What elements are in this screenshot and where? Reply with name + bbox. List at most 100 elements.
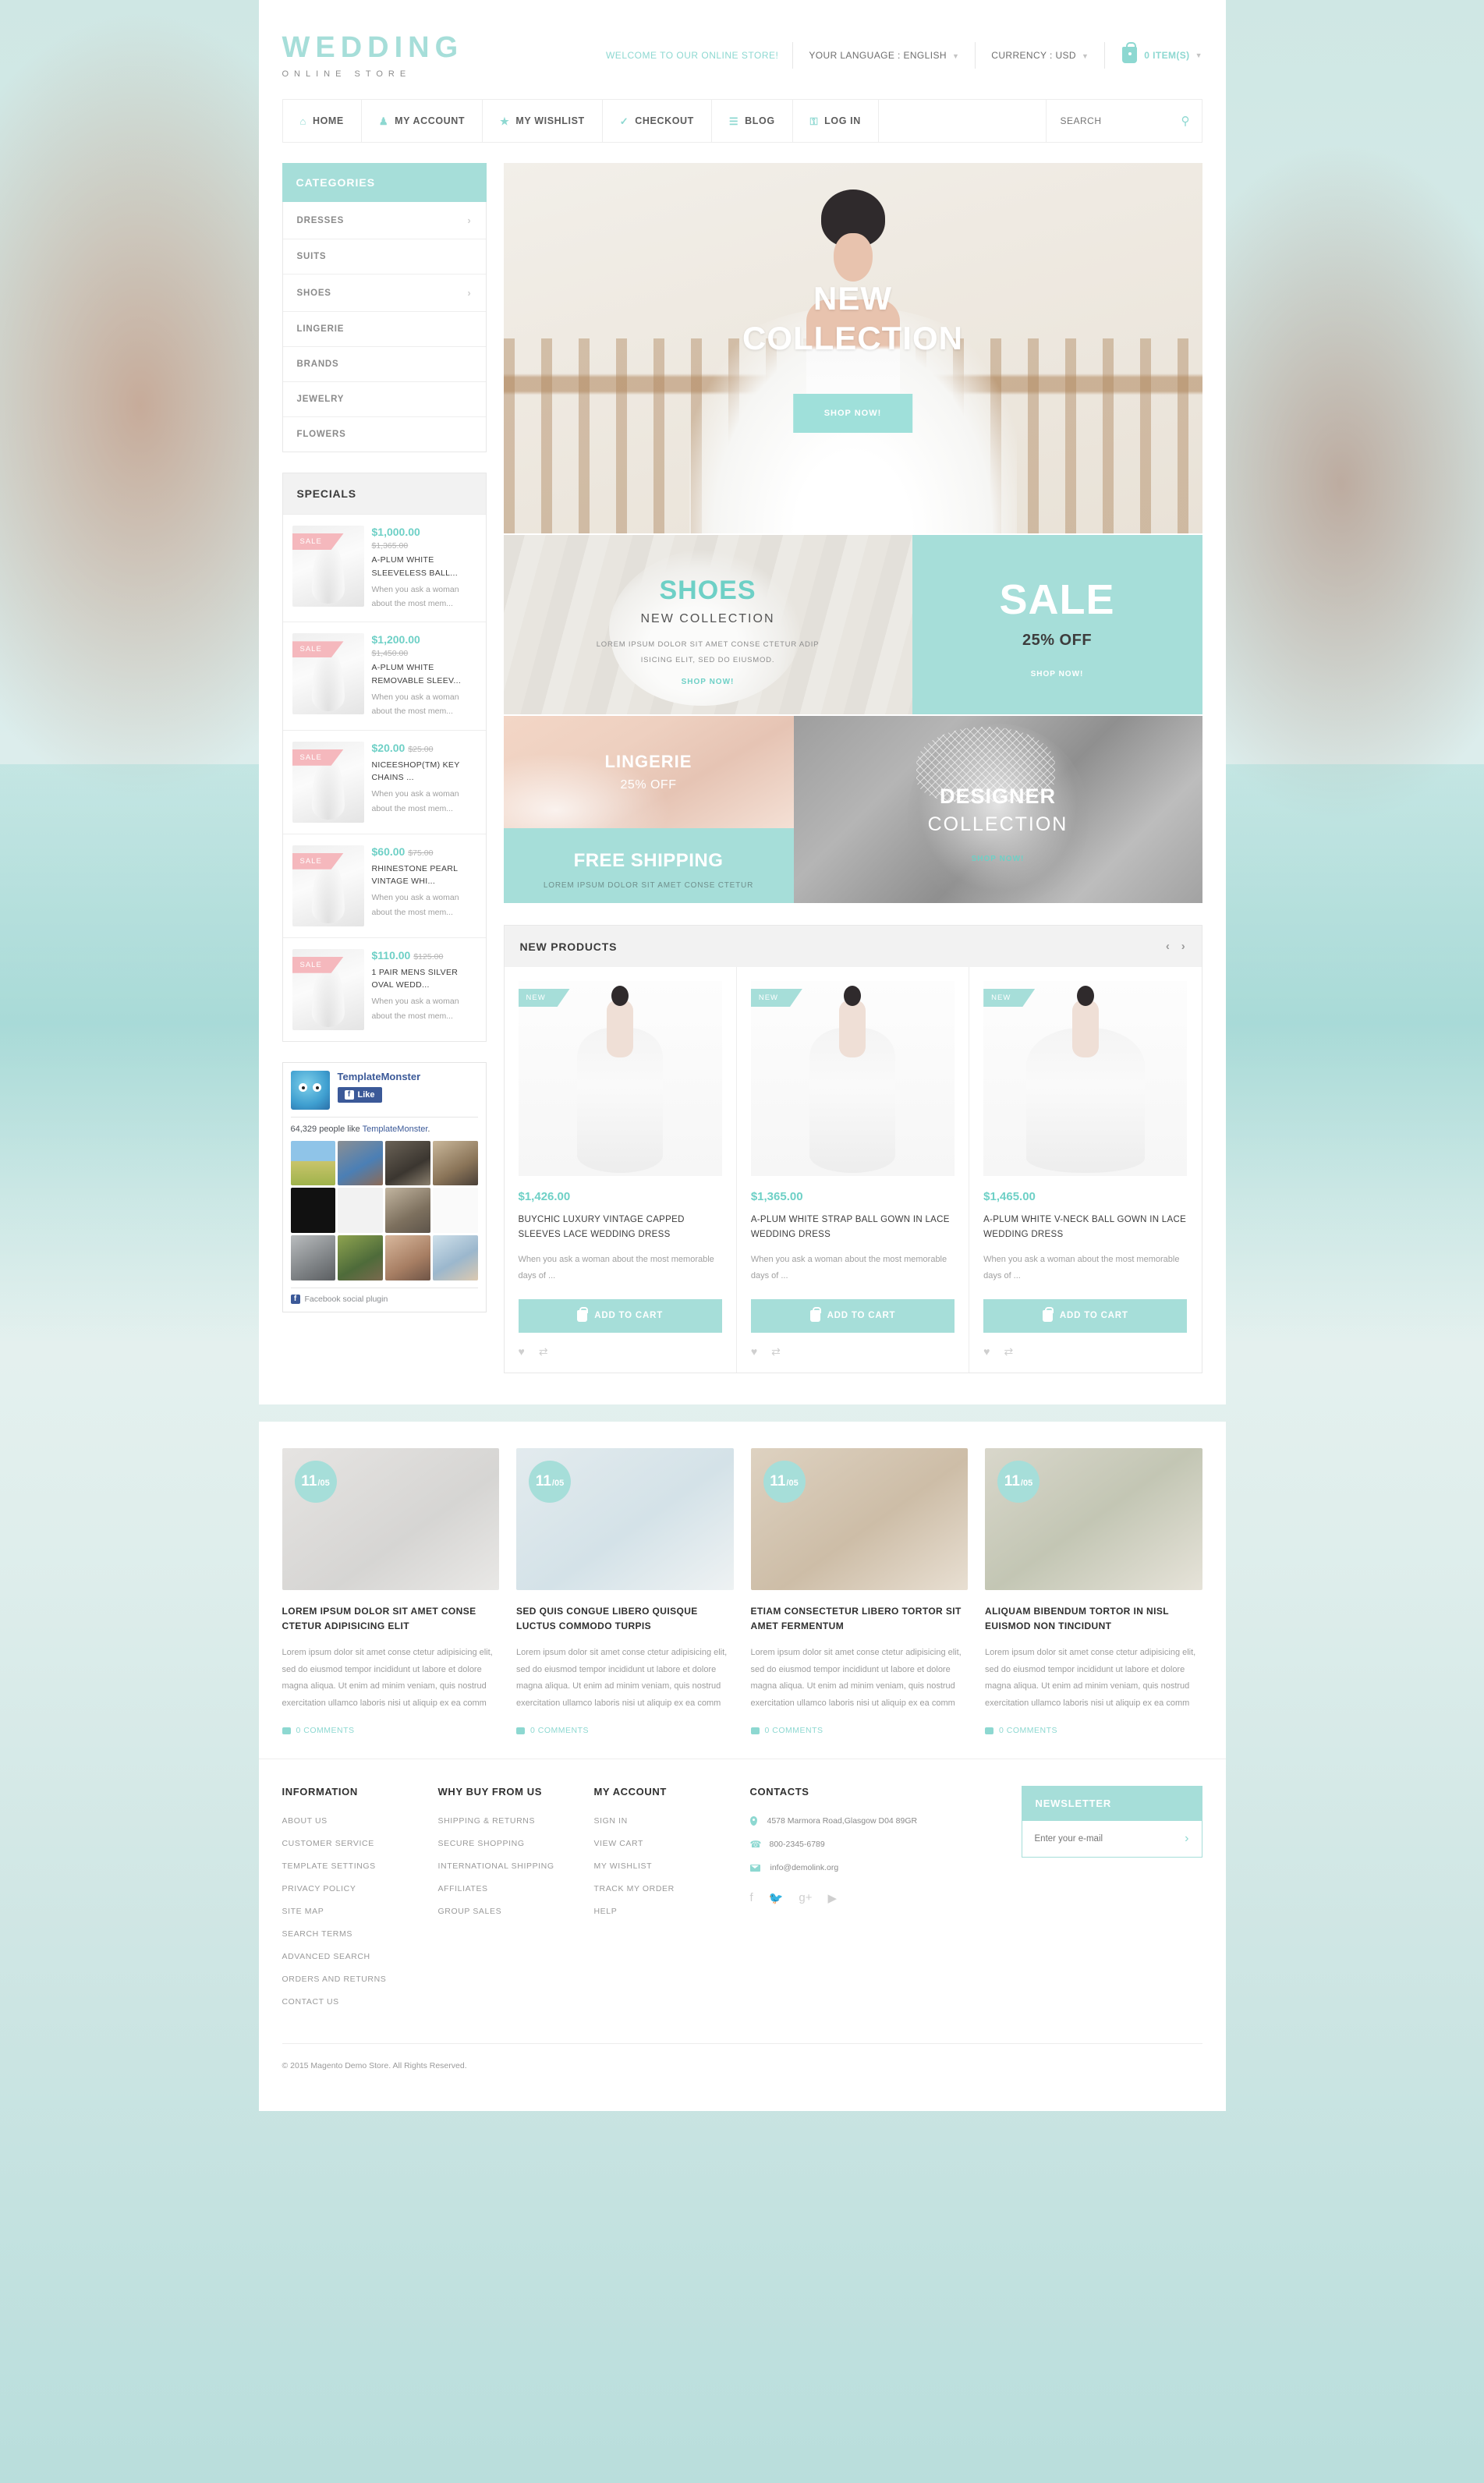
sidebar-item-brands[interactable]: BRANDS: [282, 347, 486, 382]
blog-post-comments-link[interactable]: 0 COMMENTS: [985, 1726, 1202, 1735]
friend-photo[interactable]: [338, 1140, 383, 1186]
promo-free-shipping-banner[interactable]: FREE SHIPPING LOREM IPSUM DOLOR SIT AMET…: [503, 828, 794, 903]
friend-photo[interactable]: [290, 1235, 336, 1280]
promo-designer-shop-now-link[interactable]: SHOP NOW!: [794, 855, 1202, 863]
footer-link-sign-in[interactable]: SIGN IN: [594, 1816, 750, 1826]
blog-post-image[interactable]: 11/05: [985, 1447, 1202, 1590]
footer-link-privacy-policy[interactable]: PRIVACY POLICY: [282, 1884, 438, 1893]
friend-photo[interactable]: [338, 1188, 383, 1234]
special-item[interactable]: SALE $20.00 $25.00 NICEESHOP(TM) KEY CHAI…: [282, 729, 486, 834]
search-box[interactable]: ⚲: [1047, 100, 1202, 142]
add-to-cart-button[interactable]: ADD TO CART: [518, 1298, 722, 1333]
product-image-wrapper[interactable]: NEW: [518, 981, 722, 1176]
blog-post-title[interactable]: ALIQUAM BIBENDUM TORTOR IN NISL EUISMOD …: [985, 1604, 1202, 1634]
twitter-icon[interactable]: 🐦: [769, 1891, 784, 1905]
special-thumbnail[interactable]: SALE: [292, 633, 364, 718]
footer-link-track-my-order[interactable]: TRACK MY ORDER: [594, 1884, 750, 1893]
footer-link-template-settings[interactable]: TEMPLATE SETTINGS: [282, 1861, 438, 1871]
special-name[interactable]: A-PLUM WHITE REMOVABLE SLEEV...: [372, 661, 476, 688]
newsletter-email-input[interactable]: [1034, 1834, 1185, 1844]
footer-link-view-cart[interactable]: VIEW CART: [594, 1839, 750, 1848]
sidebar-item-dresses[interactable]: DRESSES ›: [282, 202, 486, 239]
product-name[interactable]: A-PLUM WHITE V-NECK BALL GOWN IN LACE WE…: [983, 1213, 1187, 1242]
nav-item-my-wishlist[interactable]: ★ MY WISHLIST: [483, 100, 603, 142]
blog-post-image[interactable]: 11/05: [750, 1447, 968, 1590]
promo-sale-shop-now-link[interactable]: SHOP NOW!: [912, 670, 1202, 678]
compare-icon[interactable]: ⇄: [539, 1345, 548, 1358]
product-name[interactable]: BUYCHIC LUXURY VINTAGE CAPPED SLEEVES LA…: [519, 1213, 722, 1242]
footer-link-help[interactable]: HELP: [594, 1907, 750, 1916]
special-name[interactable]: A-PLUM WHITE SLEEVELESS BALL...: [372, 554, 476, 580]
footer-link-group-sales[interactable]: GROUP SALES: [438, 1907, 594, 1916]
special-name[interactable]: NICEESHOP(TM) KEY CHAINS ...: [372, 759, 476, 785]
special-thumbnail[interactable]: SALE: [292, 948, 364, 1030]
carousel-next-icon[interactable]: ›: [1181, 940, 1186, 953]
sidebar-item-lingerie[interactable]: LINGERIE: [282, 312, 486, 347]
blog-post-comments-link[interactable]: 0 COMMENTS: [282, 1726, 500, 1735]
wishlist-heart-icon[interactable]: ♥: [983, 1345, 990, 1358]
google-plus-icon[interactable]: g+: [799, 1891, 812, 1905]
facebook-page-name[interactable]: TemplateMonster: [338, 1071, 421, 1082]
sidebar-item-jewelry[interactable]: JEWELRY: [282, 382, 486, 417]
blog-post-title[interactable]: SED QUIS CONGUE LIBERO QUISQUE LUCTUS CO…: [516, 1604, 734, 1634]
footer-link-customer-service[interactable]: CUSTOMER SERVICE: [282, 1839, 438, 1848]
friend-photo[interactable]: [432, 1235, 478, 1280]
footer-link-international-shipping[interactable]: INTERNATIONAL SHIPPING: [438, 1861, 594, 1871]
hero-banner[interactable]: NEW COLLECTION SHOP NOW!: [503, 163, 1202, 533]
special-name[interactable]: 1 PAIR MENS SILVER OVAL WEDD...: [372, 966, 476, 993]
search-input[interactable]: [1060, 115, 1181, 126]
sidebar-item-shoes[interactable]: SHOES ›: [282, 275, 486, 312]
blog-post-comments-link[interactable]: 0 COMMENTS: [750, 1726, 969, 1735]
friend-photo[interactable]: [290, 1140, 336, 1186]
blog-post-comments-link[interactable]: 0 COMMENTS: [516, 1726, 734, 1735]
nav-item-log-in[interactable]: ⚿ LOG IN: [793, 100, 879, 142]
footer-link-about-us[interactable]: ABOUT US: [282, 1816, 438, 1826]
compare-icon[interactable]: ⇄: [1004, 1345, 1013, 1358]
newsletter-form[interactable]: ›: [1021, 1821, 1202, 1858]
promo-lingerie-banner[interactable]: LINGERIE 25% OFF: [503, 716, 794, 828]
footer-link-site-map[interactable]: SITE MAP: [282, 1907, 438, 1916]
special-item[interactable]: SALE $1,200.00 $1,450.00 A-PLUM WHITE RE…: [282, 622, 486, 729]
add-to-cart-button[interactable]: ADD TO CART: [983, 1298, 1188, 1333]
promo-designer-banner[interactable]: DESIGNER COLLECTION SHOP NOW!: [793, 716, 1202, 903]
promo-shoes-shop-now-link[interactable]: SHOP NOW!: [504, 678, 912, 686]
language-selector[interactable]: YOUR LANGUAGE : ENGLISH ▼: [793, 50, 975, 61]
like-count-link[interactable]: TemplateMonster: [363, 1125, 428, 1134]
special-thumbnail[interactable]: SALE: [292, 526, 364, 611]
footer-link-advanced-search[interactable]: ADVANCED SEARCH: [282, 1952, 438, 1961]
special-item[interactable]: SALE $1,000.00 $1,365.00 A-PLUM WHITE SL…: [282, 514, 486, 622]
facebook-icon[interactable]: f: [750, 1891, 753, 1905]
wishlist-heart-icon[interactable]: ♥: [751, 1345, 757, 1358]
sidebar-item-flowers[interactable]: FLOWERS: [283, 417, 486, 452]
friend-photo[interactable]: [432, 1140, 478, 1186]
product-name[interactable]: A-PLUM WHITE STRAP BALL GOWN IN LACE WED…: [751, 1213, 955, 1242]
special-thumbnail[interactable]: SALE: [292, 741, 364, 823]
product-image-wrapper[interactable]: NEW: [983, 981, 1188, 1176]
nav-item-my-account[interactable]: ♟ MY ACCOUNT: [362, 100, 483, 142]
add-to-cart-button[interactable]: ADD TO CART: [750, 1298, 955, 1333]
blog-post-title[interactable]: ETIAM CONSECTETUR LIBERO TORTOR SIT AMET…: [751, 1604, 969, 1634]
currency-selector[interactable]: CURRENCY : USD ▼: [976, 50, 1104, 61]
facebook-like-button[interactable]: f Like: [337, 1086, 382, 1103]
footer-link-contact-us[interactable]: CONTACT US: [282, 1997, 438, 2007]
hero-shop-now-button[interactable]: SHOP NOW!: [792, 394, 913, 433]
site-logo[interactable]: WEDDING ONLINE STORE: [282, 31, 540, 79]
youtube-icon[interactable]: ▶: [827, 1891, 837, 1905]
footer-link-search-terms[interactable]: SEARCH TERMS: [282, 1929, 438, 1939]
special-thumbnail[interactable]: SALE: [292, 845, 364, 926]
nav-item-blog[interactable]: ☰ BLOG: [712, 100, 793, 142]
newsletter-submit-icon[interactable]: ›: [1185, 1832, 1188, 1846]
search-icon[interactable]: ⚲: [1181, 114, 1190, 128]
friend-photo[interactable]: [385, 1235, 430, 1280]
footer-link-orders-and-returns[interactable]: ORDERS AND RETURNS: [282, 1975, 438, 1984]
contact-email[interactable]: info@demolink.org: [749, 1863, 1000, 1872]
footer-link-my-wishlist[interactable]: MY WISHLIST: [594, 1861, 750, 1871]
friend-photo[interactable]: [290, 1188, 336, 1234]
blog-post-image[interactable]: 11/05: [516, 1447, 734, 1590]
promo-shoes-banner[interactable]: SHOES NEW COLLECTION LOREM IPSUM DOLOR S…: [503, 535, 912, 714]
footer-link-secure-shopping[interactable]: SECURE SHOPPING: [438, 1839, 594, 1848]
product-image-wrapper[interactable]: NEW: [750, 981, 955, 1176]
sidebar-item-suits[interactable]: SUITS: [282, 239, 486, 275]
blog-post-title[interactable]: LOREM IPSUM DOLOR SIT AMET CONSE CTETUR …: [282, 1604, 500, 1634]
blog-post-image[interactable]: 11/05: [282, 1447, 499, 1590]
